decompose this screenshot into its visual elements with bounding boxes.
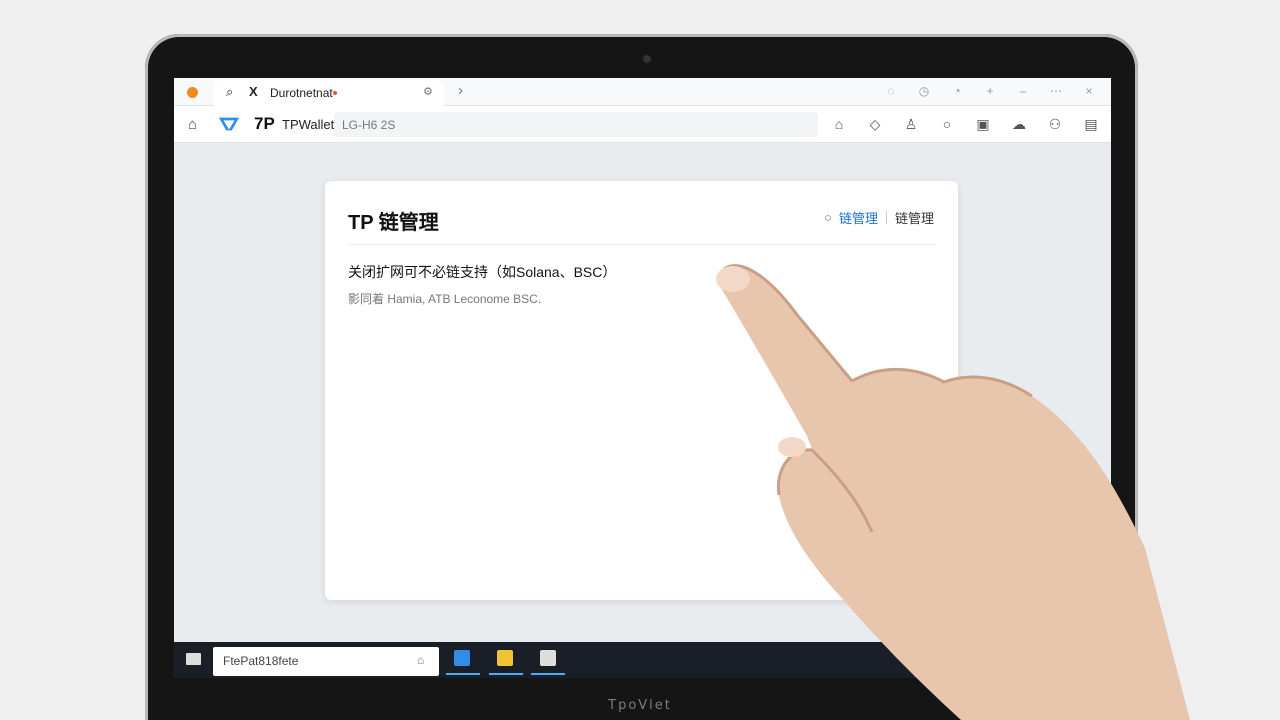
open-app-indicator — [531, 673, 565, 675]
app-header: ⌂ 7P TPWallet LG-H6 2S ⌂ ◇ ♙ ○ ▣ ☁ ⚇ ▤ — [174, 106, 1111, 143]
screen: ⌕ X Durotnetnat ⚙ › ◌ ◷ ◔ + – ⋯ × ⌂ 7P T… — [174, 78, 1111, 678]
tab-separator — [885, 211, 887, 224]
taskbar-search-text: FtePat818fete — [223, 654, 299, 668]
browser-tabbar: ⌕ X Durotnetnat ⚙ › ◌ ◷ ◔ + – ⋯ × — [174, 78, 1111, 106]
camera-dot — [643, 55, 651, 63]
folder-app-icon[interactable] — [497, 650, 513, 666]
header-toolbar: ⌂ ◇ ♙ ○ ▣ ☁ ⚇ ▤ — [830, 115, 1100, 133]
taskbar-apps — [454, 650, 556, 666]
plus-icon[interactable]: + — [982, 83, 998, 99]
clock-icon[interactable]: ◔ — [949, 83, 965, 99]
active-tab-dot — [824, 214, 831, 221]
photo-stage: ⌕ X Durotnetnat ⚙ › ◌ ◷ ◔ + – ⋯ × ⌂ 7P T… — [0, 0, 1280, 720]
tab-notification-dot — [333, 91, 337, 95]
window-status-dot[interactable] — [187, 87, 198, 98]
home-icon[interactable]: ⌂ — [188, 116, 197, 133]
tab-sound-icon[interactable]: ⚙ — [423, 85, 433, 98]
wallet-app-icon[interactable] — [454, 650, 470, 666]
browser-tab[interactable]: ⌕ X Durotnetnat ⚙ — [214, 80, 444, 106]
title-divider — [348, 244, 936, 245]
browser-app-icon[interactable] — [540, 650, 556, 666]
browser-window-controls: ◌ ◷ ◔ + – ⋯ × — [883, 83, 1097, 99]
chain-setting-title[interactable]: 关闭扩网可不必链支持（如Solana、BSC） — [348, 262, 616, 282]
tab-chain-management[interactable]: 链管理 — [839, 208, 878, 227]
settings-icon[interactable]: ◌ — [883, 83, 899, 99]
cloud-icon[interactable]: ☁ — [1010, 115, 1028, 133]
page-title: TP 链管理 — [348, 212, 439, 234]
bank-icon[interactable]: ⌂ — [830, 115, 848, 133]
wallet-logo-icon — [218, 117, 240, 131]
x-logo-icon: X — [249, 84, 258, 99]
chain-management-card: TP 链管理 链管理 链管理 关闭扩网可不必链支持（如Solana、BSC） 影… — [325, 181, 958, 600]
address-text: LG-H6 2S — [342, 118, 396, 132]
taskbar-search[interactable]: FtePat818fete ⌂ — [213, 647, 439, 676]
brand-prefix: 7P — [254, 114, 275, 133]
document-icon[interactable]: ▣ — [974, 115, 992, 133]
laptop-brand: TpoVlet — [608, 698, 672, 713]
open-app-indicator — [489, 673, 523, 675]
account-icon[interactable]: ⚇ — [1046, 115, 1064, 133]
tab-chain-management-secondary[interactable]: 链管理 — [895, 208, 934, 227]
card-tabs: 链管理 链管理 — [824, 208, 934, 227]
chat-icon[interactable]: ○ — [938, 115, 956, 133]
chain-setting-description: 影同着 Hamia, ATB Leconome BSC. — [348, 292, 542, 306]
history-icon[interactable]: ◷ — [916, 83, 932, 99]
system-tray[interactable]: 2·9 S A A — [942, 653, 1014, 665]
active-app-indicator — [446, 673, 480, 675]
shield-icon[interactable]: ◇ — [866, 115, 884, 133]
minimize-icon[interactable]: – — [1015, 83, 1031, 99]
user-icon[interactable]: ♙ — [902, 115, 920, 133]
tab-title: Durotnetnat — [270, 86, 333, 100]
address-field[interactable]: LG-H6 2S — [334, 112, 818, 137]
menu-icon[interactable]: ⋯ — [1048, 83, 1064, 99]
start-button[interactable] — [186, 653, 201, 665]
close-icon[interactable]: × — [1081, 83, 1097, 99]
brand-name: TPWallet — [282, 117, 335, 132]
search-icon[interactable]: ⌕ — [226, 84, 233, 100]
taskbar: FtePat818fete ⌂ 2·9 S A A — [174, 642, 1111, 678]
forward-arrow-icon[interactable]: › — [458, 82, 463, 99]
search-icon[interactable]: ⌂ — [417, 653, 424, 667]
panel-icon[interactable]: ▤ — [1082, 115, 1100, 133]
